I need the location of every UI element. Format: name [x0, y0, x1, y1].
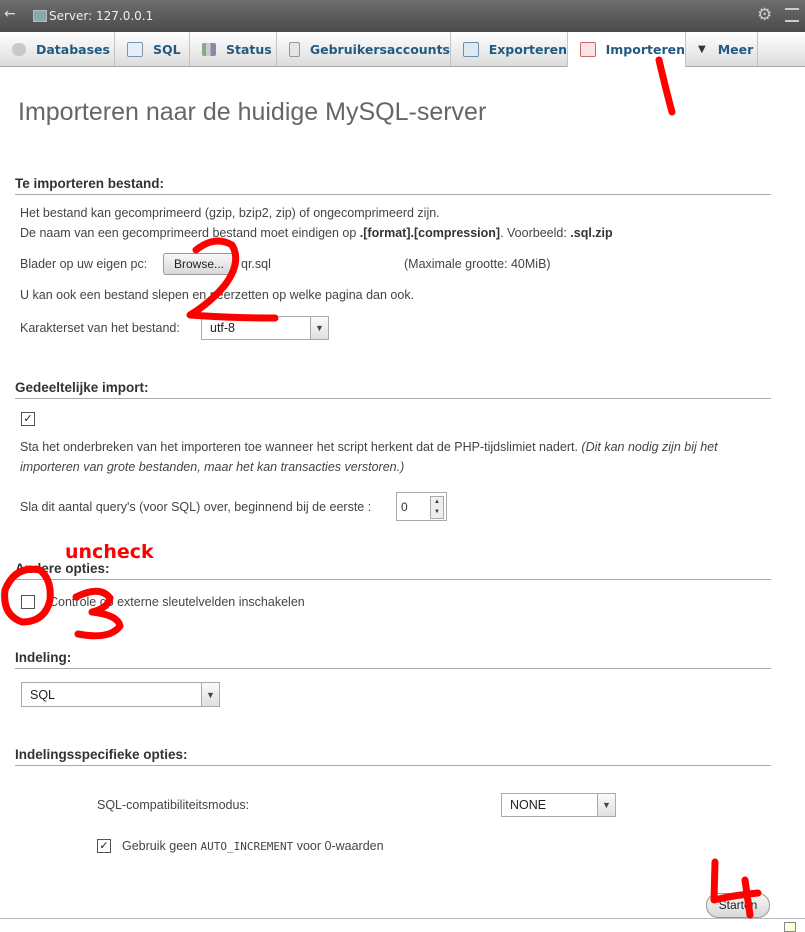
- tab-label: Gebruikersaccounts: [309, 41, 450, 57]
- charset-select[interactable]: utf-8 ▼: [201, 316, 329, 340]
- no-auto-increment-label[interactable]: Gebruik geen AUTO_INCREMENT voor 0-waard…: [122, 839, 384, 853]
- stepper-arrows-icon[interactable]: ▲ ▼: [430, 496, 444, 519]
- interrupt-desc-note-cont: importeren van grote bestanden, maar het…: [20, 460, 405, 474]
- format-value: SQL: [30, 687, 56, 702]
- start-import-button[interactable]: Starten: [706, 893, 770, 918]
- naming-format: .[format].[compression]: [359, 226, 501, 240]
- format-section: Indeling:: [15, 650, 771, 669]
- compat-mode-value: NONE: [510, 798, 547, 812]
- skip-queries-label: Sla dit aantal query's (voor SQL) over, …: [20, 500, 372, 514]
- bottom-divider: [0, 918, 805, 919]
- tab-label: SQL: [153, 41, 181, 57]
- browse-label: Blader op uw eigen pc:: [20, 257, 148, 271]
- format-options-section: Indelingsspecifieke opties:: [15, 747, 771, 766]
- browse-button[interactable]: Browse...: [163, 253, 235, 275]
- back-arrow-icon[interactable]: ←: [4, 6, 16, 22]
- compression-naming-info: De naam van een gecomprimeerd bestand mo…: [20, 226, 613, 240]
- no-auto-increment-checkbox[interactable]: ✓: [97, 839, 111, 853]
- status-icon: [202, 42, 216, 56]
- auto-inc-suffix: voor 0-waarden: [293, 839, 384, 853]
- page-title: Importeren naar de huidige MySQL-server: [18, 98, 487, 126]
- collapse-icon[interactable]: [785, 8, 799, 22]
- tab-label: Exporteren: [488, 41, 567, 57]
- max-size-info: (Maximale grootte: 40MiB): [404, 257, 551, 271]
- foreign-key-checks-checkbox[interactable]: [21, 595, 35, 609]
- gear-icon[interactable]: ⚙: [757, 5, 772, 25]
- tab-status[interactable]: Status: [190, 32, 277, 66]
- database-icon: [12, 42, 26, 56]
- naming-text-mid: . Voorbeeld:: [500, 226, 571, 240]
- tab-label: Status: [226, 41, 272, 57]
- import-icon: [580, 42, 596, 57]
- naming-example: .sql.zip: [570, 226, 613, 240]
- charset-label: Karakterset van het bestand:: [20, 321, 180, 335]
- tab-user-accounts[interactable]: Gebruikersaccounts: [277, 32, 451, 66]
- format-options-legend: Indelingsspecifieke opties:: [15, 747, 771, 766]
- allow-interrupt-description-cont: importeren van grote bestanden, maar het…: [20, 460, 404, 474]
- auto-inc-code: AUTO_INCREMENT: [200, 840, 294, 853]
- format-legend: Indeling:: [15, 650, 771, 669]
- tab-label: Databases: [36, 41, 110, 57]
- other-options-section: Andere opties:: [15, 561, 771, 580]
- selected-file-name: qr.sql: [241, 257, 271, 271]
- server-bar: ← Server: 127.0.0.1 ⚙: [0, 0, 805, 32]
- tab-label: Importeren: [605, 42, 685, 57]
- partial-import-legend: Gedeeltelijke import:: [15, 380, 771, 399]
- allow-interrupt-checkbox[interactable]: ✓: [21, 412, 35, 426]
- interrupt-desc-note: (Dit kan nodig zijn bij het: [581, 440, 718, 454]
- foreign-key-checks-label[interactable]: Controle op externe sleutelvelden inscha…: [49, 595, 305, 609]
- interrupt-desc-text: Sta het onderbreken van het importeren t…: [20, 440, 582, 454]
- compat-mode-label: SQL-compatibiliteitsmodus:: [97, 798, 250, 812]
- allow-interrupt-description: Sta het onderbreken van het importeren t…: [20, 440, 718, 454]
- skip-queries-input[interactable]: 0 ▲ ▼: [396, 492, 447, 521]
- chevron-down-icon: ▼: [201, 683, 219, 706]
- server-title[interactable]: Server: 127.0.0.1: [49, 9, 153, 23]
- sql-icon: [127, 41, 143, 57]
- tab-more[interactable]: ▼ Meer: [686, 32, 758, 66]
- tab-export[interactable]: Exporteren: [451, 32, 568, 66]
- skip-queries-value: 0: [401, 499, 408, 514]
- partial-import-section: Gedeeltelijke import:: [15, 380, 771, 399]
- tab-sql[interactable]: SQL: [115, 32, 190, 66]
- format-select[interactable]: SQL ▼: [21, 682, 220, 707]
- file-section-legend: Te importeren bestand:: [15, 176, 771, 195]
- compat-mode-select[interactable]: NONE ▼: [501, 793, 616, 817]
- annotation-uncheck-note: uncheck: [65, 541, 154, 563]
- charset-value: utf-8: [210, 321, 236, 335]
- export-icon: [463, 41, 479, 57]
- chevron-down-icon: ▼: [310, 317, 328, 339]
- main-tabs: Databases SQL Status Gebruikersaccounts …: [0, 32, 805, 67]
- tab-databases[interactable]: Databases: [0, 32, 115, 66]
- tab-import[interactable]: Importeren: [567, 32, 686, 67]
- file-section: Te importeren bestand:: [15, 176, 771, 195]
- drag-drop-hint: U kan ook een bestand slepen en neerzett…: [20, 288, 415, 302]
- chevron-down-icon: ▼: [597, 794, 615, 816]
- users-icon: [289, 41, 300, 57]
- annotation-step-1-mark: [655, 56, 676, 116]
- chevron-down-icon: ▼: [698, 43, 706, 55]
- auto-inc-prefix: Gebruik geen: [122, 839, 201, 853]
- compression-info: Het bestand kan gecomprimeerd (gzip, bzi…: [20, 206, 440, 220]
- server-icon: [33, 10, 47, 22]
- tab-label: Meer: [717, 41, 754, 57]
- other-options-legend: Andere opties:: [15, 561, 771, 580]
- naming-text: De naam van een gecomprimeerd bestand mo…: [20, 226, 360, 240]
